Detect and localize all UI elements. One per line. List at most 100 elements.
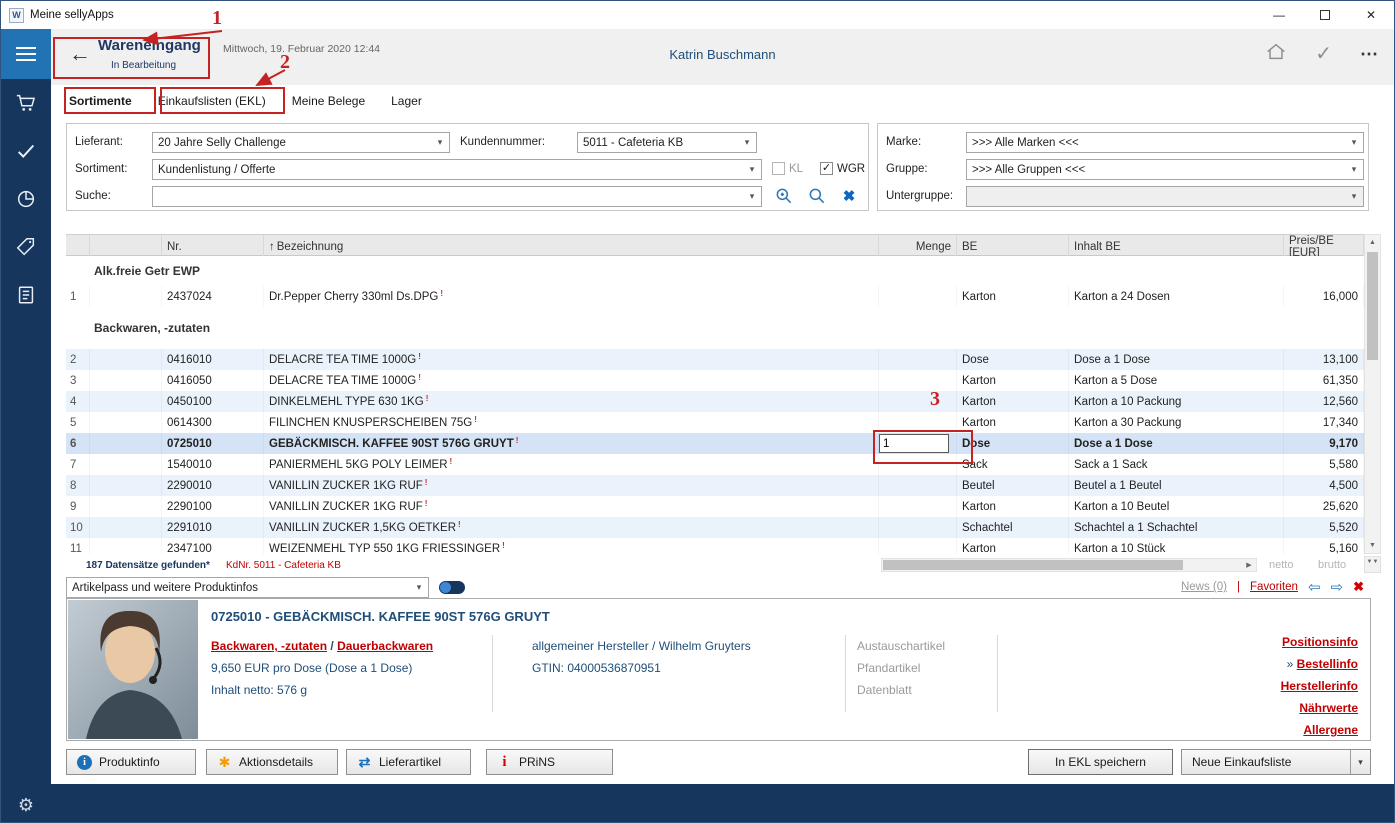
table-row[interactable]: 12437024Dr.Pepper Cherry 330ml Ds.DPG!Ka… [66, 286, 1364, 307]
search-plus-icon[interactable] [772, 185, 796, 207]
save-to-ekl-button[interactable]: In EKL speichern [1028, 749, 1173, 775]
table-row[interactable]: 112347100WEIZENMEHL TYP 550 1KG FRIESSIN… [66, 538, 1364, 554]
detail-link-line: Herstellerinfo [1281, 675, 1358, 697]
link-bestellinfo[interactable]: Bestellinfo [1297, 657, 1358, 671]
aktionsdetails-button[interactable]: ✱Aktionsdetails [206, 749, 338, 775]
scrollbar-thumb[interactable] [1367, 252, 1378, 360]
netto-label: netto [1269, 559, 1293, 571]
row-spacer [90, 412, 162, 433]
chevron-down-icon: ▾ [745, 187, 759, 206]
wgr-checkbox[interactable]: ✓ WGR [820, 162, 865, 175]
category-link[interactable]: Dauerbackwaren [337, 639, 433, 653]
marke-select[interactable]: >>> Alle Marken <<< ▾ [966, 132, 1364, 153]
tab-meine-belege[interactable]: Meine Belege [292, 94, 365, 108]
news-link[interactable]: News (0) [1181, 581, 1227, 593]
offers-tag-icon[interactable] [1, 223, 51, 271]
tasks-check-icon[interactable] [1, 127, 51, 175]
prins-button[interactable]: iPRiNS [486, 749, 613, 775]
vertical-scrollbar[interactable]: ▲ ▼ [1364, 234, 1381, 554]
cell-be: Sack [957, 454, 1069, 475]
gruppe-select[interactable]: >>> Alle Gruppen <<< ▾ [966, 159, 1364, 180]
lieferartikel-button[interactable]: ⇄Lieferartikel [346, 749, 471, 775]
cart-icon[interactable] [1, 79, 51, 127]
row-spacer [90, 496, 162, 517]
table-row[interactable]: 30416050DELACRE TEA TIME 1000G!KartonKar… [66, 370, 1364, 391]
app-window: W Meine sellyApps — ✕ [0, 0, 1395, 823]
tab-lager[interactable]: Lager [391, 94, 422, 108]
table-row[interactable]: 40450100DINKELMEHL TYPE 630 1KG!KartonKa… [66, 391, 1364, 412]
row-number: 6 [66, 433, 90, 454]
menge-input[interactable] [879, 434, 949, 453]
row-number: 5 [66, 412, 90, 433]
scrollbar-thumb[interactable] [883, 560, 1183, 570]
cell-preis: 17,340 [1284, 412, 1364, 433]
group-row: Backwaren, -zutaten [66, 307, 1364, 349]
detail-divider [997, 635, 998, 712]
produktinfo-button[interactable]: iProduktinfo [66, 749, 196, 775]
search-field[interactable] [158, 191, 743, 203]
tab-einkaufslisten-ekl[interactable]: Einkaufslisten (EKL) [158, 94, 266, 108]
flag-pfandartikel: Pfandartikel [857, 657, 945, 679]
table-row[interactable]: 82290010VANILLIN ZUCKER 1KG RUF!BeutelBe… [66, 475, 1364, 496]
search-input[interactable]: ▾ [152, 186, 762, 207]
close-detail-icon[interactable]: ✖ [1353, 579, 1364, 595]
link-separator: | [1237, 581, 1240, 593]
confirm-check-icon[interactable]: ✓ [1315, 44, 1332, 64]
link-herstellerinfo[interactable]: Herstellerinfo [1281, 679, 1358, 693]
cell-inhalt: Schachtel a 1 Schachtel [1069, 517, 1284, 538]
maximize-button[interactable] [1302, 1, 1348, 29]
scroll-jump-icon[interactable]: ▼▼ [1364, 556, 1381, 573]
row-number: 3 [66, 370, 90, 391]
title-bar: W Meine sellyApps — ✕ [1, 1, 1394, 29]
table-row[interactable]: 60725010GEBÄCKMISCH. KAFFEE 90ST 576G GR… [66, 433, 1364, 454]
menu-icon[interactable] [1, 29, 51, 79]
checkbox-box: ✓ [820, 162, 833, 175]
prev-article-icon[interactable]: ⇦ [1308, 580, 1321, 595]
statistics-pie-icon[interactable] [1, 175, 51, 223]
link-nährwerte[interactable]: Nährwerte [1299, 701, 1358, 715]
row-number: 8 [66, 475, 90, 496]
cell-be: Karton [957, 538, 1069, 554]
next-article-icon[interactable]: ⇨ [1331, 580, 1344, 595]
table-row[interactable]: 92290100VANILLIN ZUCKER 1KG RUF!KartonKa… [66, 496, 1364, 517]
cell-be: Dose [957, 433, 1069, 454]
cell-preis: 9,170 [1284, 433, 1364, 454]
detail-link-line: Allergene [1281, 719, 1358, 741]
table-row[interactable]: 71540010PANIERMEHL 5KG POLY LEIMER!SackS… [66, 454, 1364, 475]
tab-sortimente[interactable]: Sortimente [69, 94, 132, 108]
scroll-down-icon[interactable]: ▼ [1365, 538, 1380, 553]
kundennummer-select[interactable]: 5011 - Cafeteria KB ▾ [577, 132, 757, 153]
table-row[interactable]: 50614300FILINCHEN KNUSPERSCHEIBEN 75G!Ka… [66, 412, 1364, 433]
close-button[interactable]: ✕ [1348, 1, 1394, 29]
search-icon[interactable] [805, 185, 829, 207]
detail-link-line: Nährwerte [1281, 697, 1358, 719]
table-row[interactable]: 102291010VANILLIN ZUCKER 1,5KG OETKER!Sc… [66, 517, 1364, 538]
link-allergene[interactable]: Allergene [1303, 723, 1358, 737]
cell-inhalt: Beutel a 1 Beutel [1069, 475, 1284, 496]
detail-column-left: Backwaren, -zutaten / Dauerbackwaren 9,6… [211, 635, 433, 701]
table-row[interactable]: 20416010DELACRE TEA TIME 1000G!DoseDose … [66, 349, 1364, 370]
sortiment-label: Sortiment: [75, 163, 127, 175]
detail-inhalt: Inhalt netto: 576 g [211, 679, 433, 701]
minimize-button[interactable]: — [1256, 1, 1302, 29]
catalog-icon[interactable] [1, 271, 51, 319]
horizontal-scrollbar[interactable]: ▶ [881, 558, 1257, 572]
lieferant-select[interactable]: 20 Jahre Selly Challenge ▾ [152, 132, 450, 153]
new-shopping-list-button[interactable]: Neue Einkaufsliste ▾ [1181, 749, 1371, 775]
scroll-up-icon[interactable]: ▲ [1365, 235, 1380, 250]
kl-checkbox[interactable]: KL [772, 162, 803, 175]
link-positionsinfo[interactable]: Positionsinfo [1282, 635, 1358, 649]
sortiment-select[interactable]: Kundenlistung / Offerte ▾ [152, 159, 762, 180]
artikelpass-select[interactable]: Artikelpass und weitere Produktinfos ▾ [66, 577, 429, 598]
settings-icon[interactable]: ⚙ [1, 795, 51, 816]
scroll-right-icon[interactable]: ▶ [1242, 559, 1256, 571]
category-link[interactable]: Backwaren, -zutaten [211, 639, 327, 653]
home-icon[interactable] [1265, 41, 1287, 67]
cell-be: Karton [957, 286, 1069, 307]
cell-menge [879, 496, 957, 517]
info-toggle[interactable] [439, 581, 465, 594]
cell-bezeichnung: DELACRE TEA TIME 1000G! [264, 349, 879, 370]
favoriten-link[interactable]: Favoriten [1250, 581, 1298, 593]
more-options-icon[interactable]: ⋯ [1360, 45, 1378, 63]
clear-search-icon[interactable]: ✖ [837, 185, 861, 207]
